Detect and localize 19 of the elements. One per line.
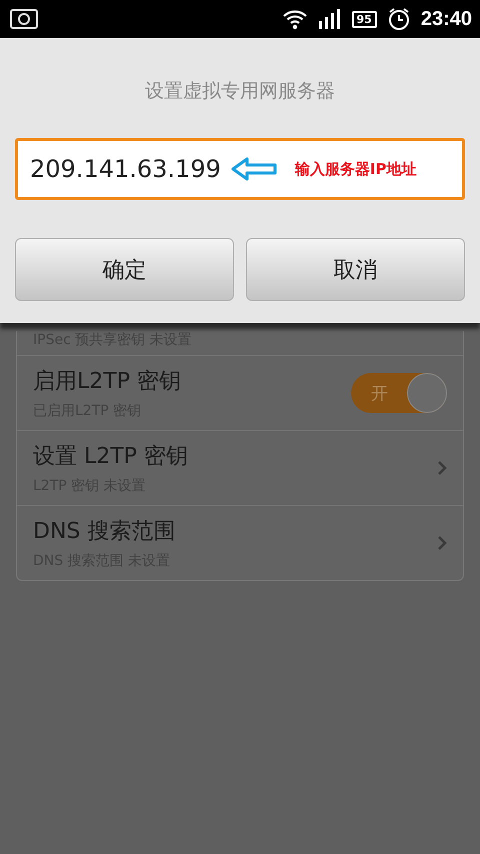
signal-icon	[318, 9, 342, 29]
field-value: 209.141.63.199	[30, 155, 221, 183]
chevron-right-icon	[437, 460, 447, 476]
input-field[interactable]: 209.141.63.199 输入服务器IP地址	[15, 138, 465, 200]
toggle-switch[interactable]: 开	[351, 373, 447, 413]
battery-level: 95	[352, 10, 377, 28]
row-title: DNS 搜索范围	[33, 518, 176, 546]
cancel-button[interactable]: 取消	[246, 238, 465, 301]
dialog-title: 设置虚拟专用网服务器	[144, 79, 336, 104]
wifi-icon	[282, 8, 308, 30]
chevron-right-icon	[437, 535, 447, 551]
confirm-button[interactable]: 确定	[15, 238, 234, 301]
row-title: 设置 L2TP 密钥	[33, 443, 189, 471]
clock-time: 23:40	[420, 8, 472, 30]
annotation-text: 输入服务器IP地址	[294, 160, 416, 178]
screenshot-icon	[10, 9, 38, 29]
alarm-icon	[386, 7, 411, 31]
arrow-icon	[230, 157, 277, 181]
row-title: 启用L2TP 密钥	[33, 368, 182, 396]
